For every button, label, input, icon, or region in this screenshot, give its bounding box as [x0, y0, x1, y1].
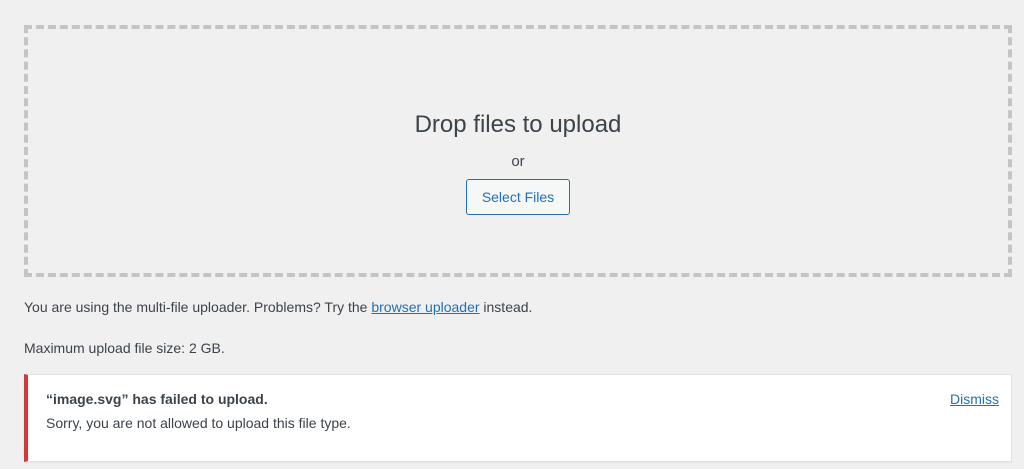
drop-zone[interactable]: Drop files to upload or Select Files	[24, 25, 1012, 277]
multi-uploader-info: You are using the multi-file uploader. P…	[24, 299, 532, 315]
max-upload-size: Maximum upload file size: 2 GB.	[24, 340, 225, 356]
error-message: Sorry, you are not allowed to upload thi…	[46, 415, 351, 431]
error-title: “image.svg” has failed to upload.	[46, 391, 268, 407]
select-files-button[interactable]: Select Files	[466, 179, 570, 215]
upload-error-notice: “image.svg” has failed to upload. Sorry,…	[24, 374, 1012, 462]
or-separator: or	[511, 153, 525, 170]
multi-uploader-info-suffix: instead.	[479, 299, 533, 315]
browser-uploader-link[interactable]: browser uploader	[371, 299, 479, 315]
dismiss-link[interactable]: Dismiss	[950, 391, 999, 407]
drop-title: Drop files to upload	[414, 111, 622, 138]
media-upload-page: Drop files to upload or Select Files You…	[0, 0, 1024, 469]
multi-uploader-info-prefix: You are using the multi-file uploader. P…	[24, 299, 372, 315]
